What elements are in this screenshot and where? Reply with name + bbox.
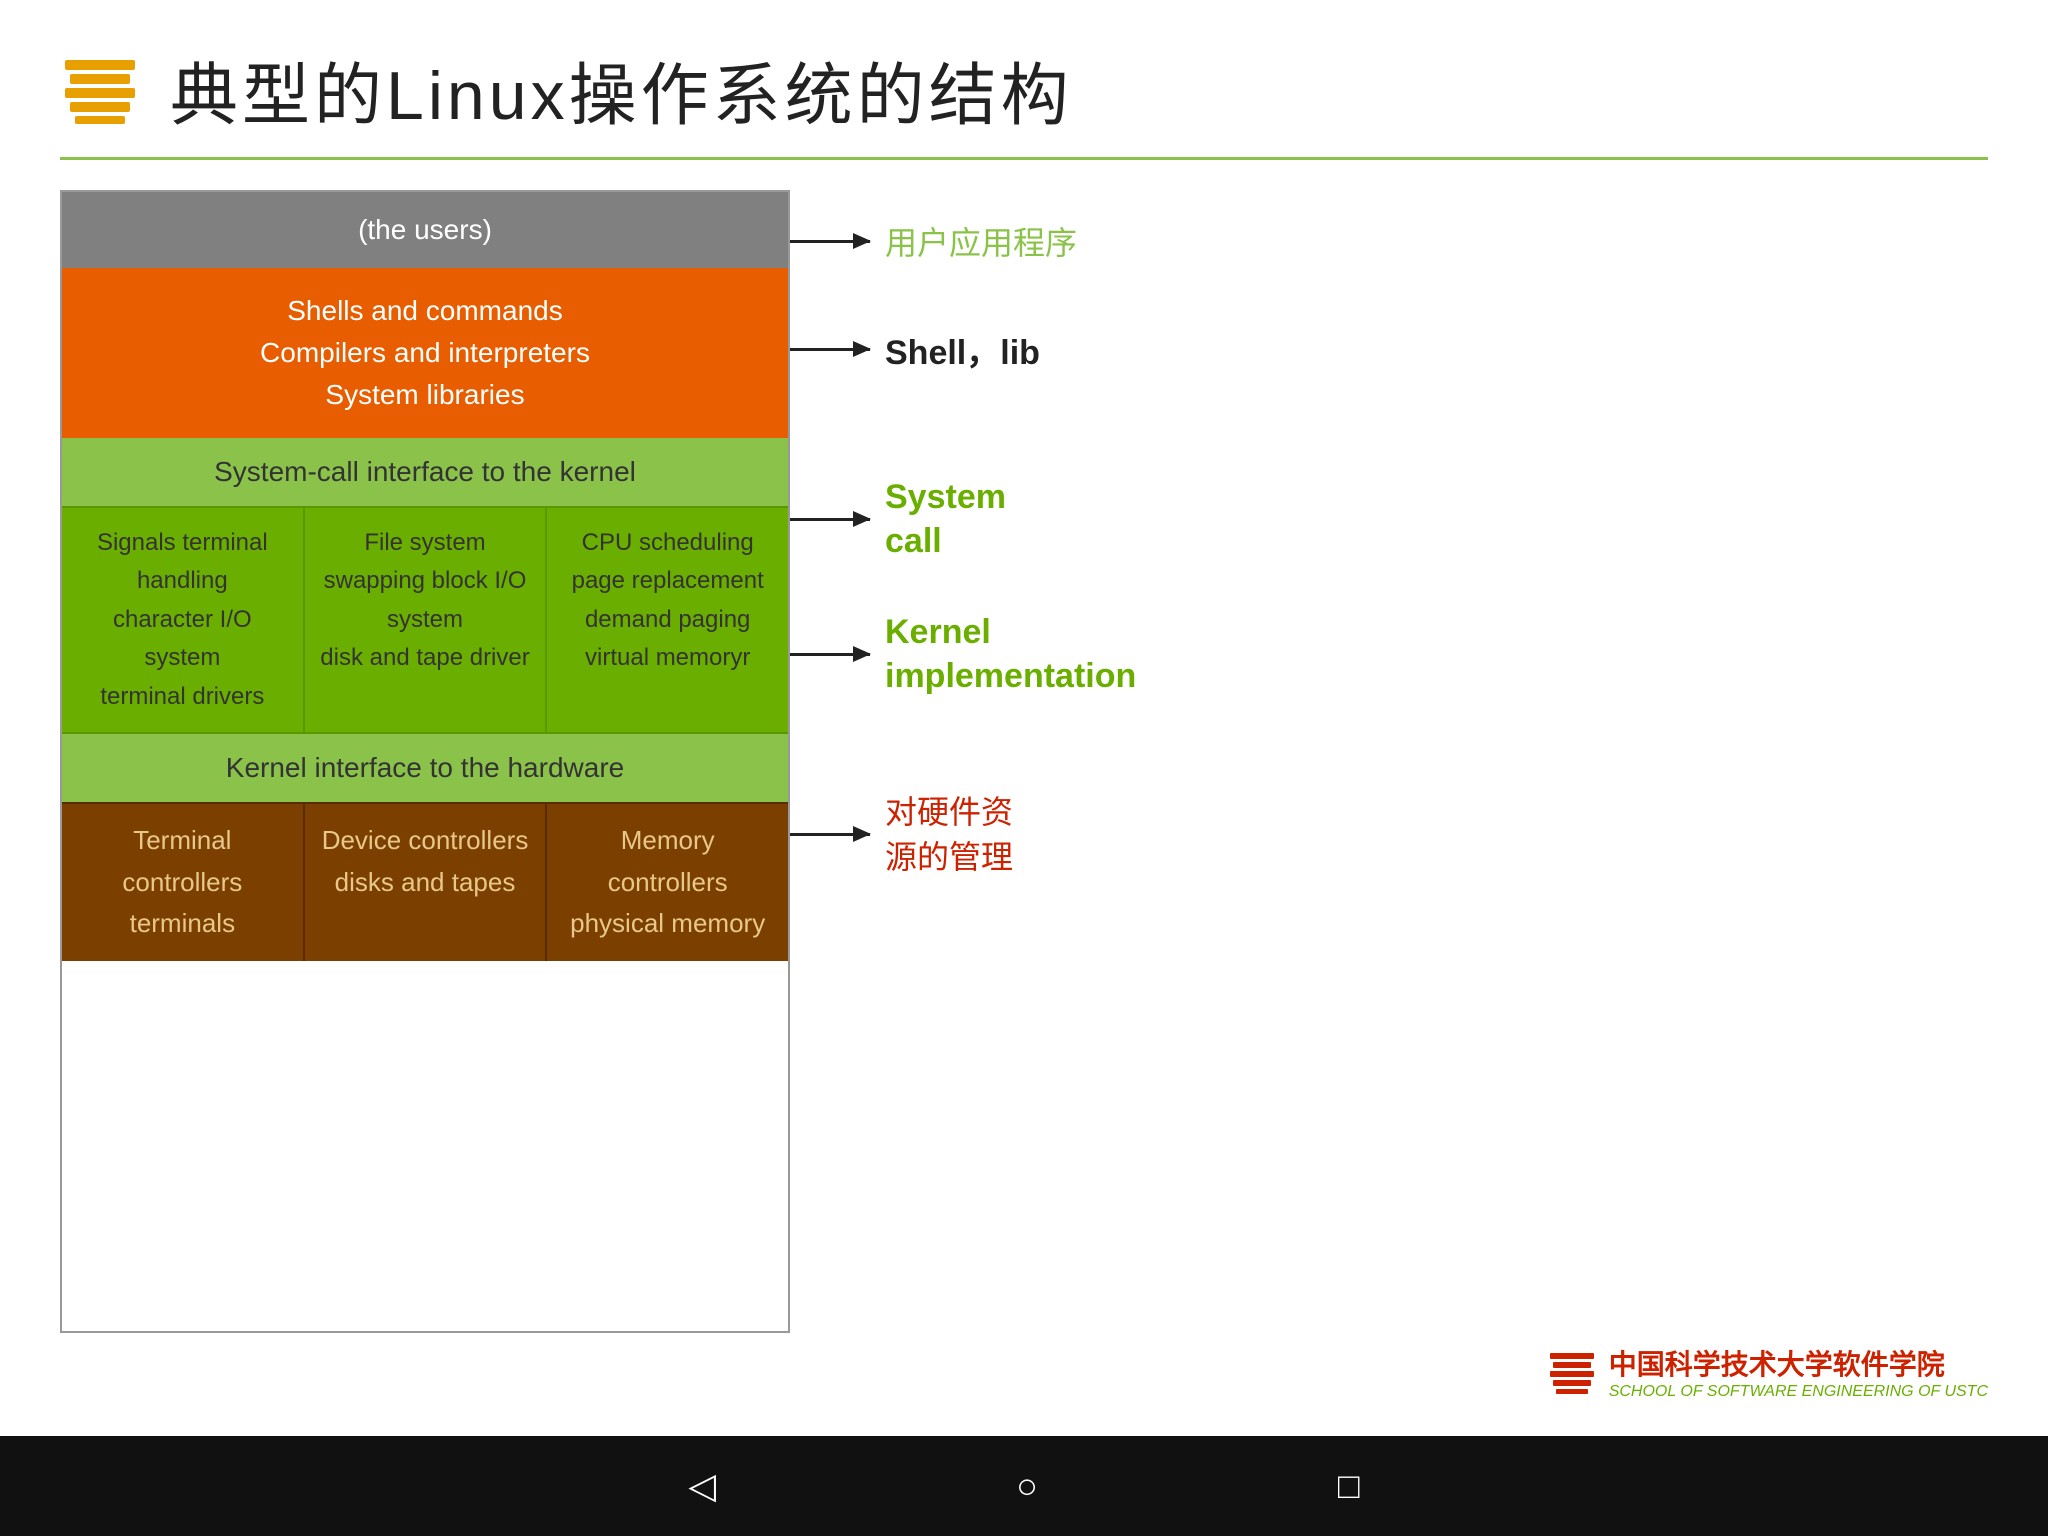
annotation-syscall-text: System call: [885, 475, 1006, 563]
nav-home-button[interactable]: ○: [1016, 1465, 1038, 1507]
layer-users: (the users): [62, 192, 788, 268]
annotation-hw: 对硬件资 源的管理: [790, 790, 1013, 880]
content-area: (the users) Shells and commands Compiler…: [60, 190, 1988, 1333]
footer-en-text: SCHOOL OF SOFTWARE ENGINEERING OF USTC: [1609, 1383, 1988, 1401]
footer-cn-text: 中国科学技术大学软件学院: [1609, 1343, 1945, 1383]
layer-kernel: Signals terminal handling character I/O …: [62, 506, 788, 732]
layer-controllers: Terminal controllers terminals Device co…: [62, 802, 788, 961]
annotation-users: 用户应用程序: [790, 218, 1077, 264]
layer-shell: Shells and commands Compilers and interp…: [62, 268, 788, 438]
android-nav-bar: ◁ ○ □: [0, 1436, 2048, 1536]
arrow-syscall: [790, 518, 870, 521]
kernel-col-1: Signals terminal handling character I/O …: [62, 508, 305, 732]
nav-back-button[interactable]: ◁: [688, 1465, 716, 1507]
annotation-users-text: 用户应用程序: [885, 218, 1077, 264]
annotation-shell: Shell，lib: [790, 325, 1040, 374]
linux-structure-diagram: (the users) Shells and commands Compiler…: [60, 190, 790, 1333]
annotation-shell-text: Shell，lib: [885, 325, 1040, 374]
nav-recent-button[interactable]: □: [1338, 1465, 1360, 1507]
layer-syscall: System-call interface to the kernel: [62, 438, 788, 506]
annotation-hw-text: 对硬件资 源的管理: [885, 790, 1013, 880]
footer: 中国科学技术大学软件学院 SCHOOL OF SOFTWARE ENGINEER…: [60, 1333, 1988, 1406]
slide-title: 典型的Linux操作系统的结构: [170, 40, 1073, 139]
slide-header: 典型的Linux操作系统的结构: [60, 40, 1988, 139]
annotation-kernel: Kernel implementation: [790, 610, 1136, 698]
controller-col-memory: Memory controllers physical memory: [547, 804, 788, 961]
arrow-hw: [790, 833, 870, 836]
footer-logo-icon: [1547, 1347, 1597, 1397]
footer-logo: 中国科学技术大学软件学院 SCHOOL OF SOFTWARE ENGINEER…: [1547, 1343, 1988, 1401]
kernel-col-2: File system swapping block I/O system di…: [305, 508, 548, 732]
footer-text: 中国科学技术大学软件学院 SCHOOL OF SOFTWARE ENGINEER…: [1609, 1343, 1988, 1401]
logo-icon: [60, 50, 140, 130]
controller-col-terminal: Terminal controllers terminals: [62, 804, 305, 961]
layer-hw-interface: Kernel interface to the hardware: [62, 732, 788, 802]
annotations-panel: 用户应用程序 Shell，lib System call Kernel: [790, 190, 1988, 1333]
kernel-col-3: CPU scheduling page replacement demand p…: [547, 508, 788, 732]
header-divider: [60, 157, 1988, 160]
arrow-users: [790, 240, 870, 243]
arrow-kernel: [790, 653, 870, 656]
annotation-syscall: System call: [790, 475, 1006, 563]
controller-col-device: Device controllers disks and tapes: [305, 804, 548, 961]
annotation-kernel-text: Kernel implementation: [885, 610, 1136, 698]
arrow-shell: [790, 348, 870, 351]
slide-area: 典型的Linux操作系统的结构 (the users) Shells and c…: [0, 0, 2048, 1436]
